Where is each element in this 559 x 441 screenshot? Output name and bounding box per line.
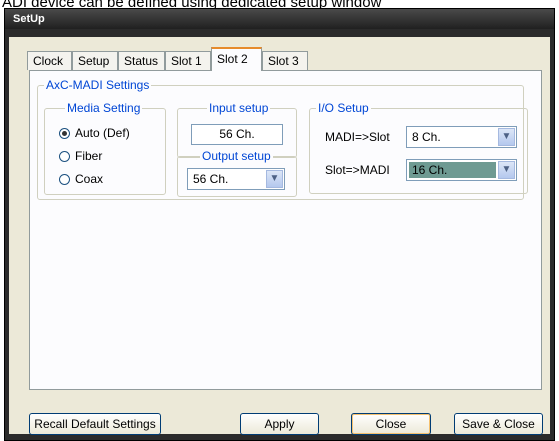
save-and-close-button[interactable]: Save & Close	[454, 413, 543, 435]
io-setup-group: I/O Setup MADI=>Slot 8 Ch. ▼ Slot=>MADI …	[309, 101, 528, 194]
window-client-area: Clock Setup Status Slot 1 Slot 2 Slot 3 …	[9, 37, 550, 435]
recall-default-settings-button[interactable]: Recall Default Settings	[29, 413, 161, 435]
radio-fiber[interactable]: Fiber	[59, 148, 102, 164]
slot-2-panel: AxC-MADI Settings Media Setting Auto (De…	[29, 70, 542, 390]
output-setup-title: Output setup	[200, 149, 273, 163]
media-setting-title: Media Setting	[65, 101, 143, 115]
madi-to-slot-select[interactable]: 8 Ch. ▼	[406, 126, 517, 148]
input-setup-title: Input setup	[207, 101, 271, 115]
setup-window: SetUp Clock Setup Status Slot 1 Slot 2 S…	[4, 8, 555, 441]
radio-fiber-label: Fiber	[75, 149, 103, 163]
output-channels-select[interactable]: 56 Ch. ▼	[187, 168, 285, 190]
tab-slot-1[interactable]: Slot 1	[165, 51, 211, 70]
radio-auto-label: Auto (Def)	[75, 126, 130, 140]
tab-slot-3[interactable]: Slot 3	[262, 51, 308, 70]
radio-auto[interactable]: Auto (Def)	[59, 125, 130, 141]
tab-setup[interactable]: Setup	[72, 51, 118, 70]
output-setup-group: Output setup 56 Ch. ▼	[177, 149, 297, 197]
radio-coax-indicator	[59, 173, 70, 185]
close-button[interactable]: Close	[351, 413, 431, 435]
radio-coax[interactable]: Coax	[59, 171, 103, 187]
window-title: SetUp	[5, 9, 554, 29]
radio-fiber-indicator	[59, 150, 70, 162]
tab-clock[interactable]: Clock	[27, 51, 72, 70]
media-setting-group: Media Setting Auto (Def) Fiber Coax	[44, 101, 166, 195]
output-channels-value: 56 Ch.	[193, 172, 229, 186]
chevron-down-icon: ▼	[498, 161, 515, 179]
madi-to-slot-label: MADI=>Slot	[325, 130, 390, 144]
slot-to-madi-label: Slot=>MADI	[325, 163, 390, 177]
madi-to-slot-value: 8 Ch.	[412, 130, 441, 144]
input-channels-value: 56 Ch.	[191, 124, 283, 145]
tab-status[interactable]: Status	[118, 51, 165, 70]
axc-madi-settings-title: AxC-MADI Settings	[44, 78, 152, 92]
slot-to-madi-value: 16 Ch.	[409, 162, 496, 178]
chevron-down-icon: ▼	[266, 170, 283, 188]
radio-auto-indicator	[59, 127, 70, 139]
chevron-down-icon: ▼	[498, 128, 515, 146]
radio-coax-label: Coax	[75, 172, 104, 186]
io-setup-title: I/O Setup	[316, 101, 371, 115]
tab-slot-2[interactable]: Slot 2	[211, 47, 262, 71]
apply-button[interactable]: Apply	[240, 413, 319, 435]
slot-to-madi-select[interactable]: 16 Ch. ▼	[406, 159, 517, 181]
